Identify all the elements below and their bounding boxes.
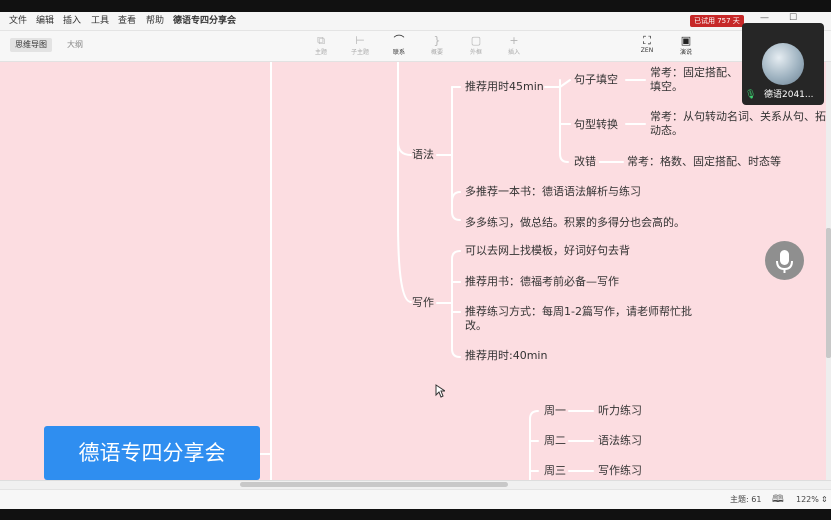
node-day-mon[interactable]: 周一: [544, 404, 566, 418]
node-day-wed[interactable]: 周三: [544, 464, 566, 478]
topic-icon: ⧉: [317, 34, 325, 47]
summary-icon: }: [433, 34, 441, 47]
node-sentence-fill[interactable]: 句子填空: [574, 73, 618, 87]
menu-edit[interactable]: 编辑: [36, 12, 54, 30]
node-task-writing[interactable]: 写作练习: [598, 464, 642, 478]
subtopic-button[interactable]: ⊢ 子主题: [345, 34, 375, 56]
vertical-scroll-thumb[interactable]: [826, 228, 831, 358]
node-grammar-time[interactable]: 推荐用时45min: [465, 80, 544, 94]
plus-icon: +: [509, 34, 519, 47]
node-sentence-transform[interactable]: 句型转换: [574, 118, 618, 132]
bottom-strip: [0, 509, 831, 520]
node-writing-time[interactable]: 推荐用时:40min: [465, 349, 547, 363]
insert-label: 插入: [507, 49, 520, 56]
node-sentence-fill-note-2[interactable]: 填空。: [650, 80, 683, 94]
participant-name: 德语2041...: [764, 90, 814, 100]
pitch-icon: ▣: [680, 34, 692, 47]
menu-tools[interactable]: 工具: [91, 12, 109, 30]
microphone-icon: [776, 250, 793, 273]
horizontal-scroll-thumb[interactable]: [240, 482, 508, 487]
node-correction[interactable]: 改错: [574, 155, 596, 169]
tab-outline[interactable]: 大纲: [62, 38, 88, 52]
connector-lines: [259, 62, 646, 480]
avatar: [762, 43, 804, 85]
summary-label: 概要: [430, 49, 443, 56]
menu-file[interactable]: 文件: [9, 12, 27, 30]
maximize-icon[interactable]: ☐: [789, 13, 797, 23]
node-writing-method[interactable]: 推荐练习方式：每周1-2篇写作，请老师帮忙批改。: [465, 305, 697, 333]
subtopic-icon: ⊢: [355, 34, 365, 47]
video-tile[interactable]: 🎙 德语2041...: [742, 23, 824, 105]
trial-badge[interactable]: 已试用 757 天: [690, 15, 744, 27]
mouse-cursor-icon: [435, 384, 445, 398]
node-sentence-fill-note-1[interactable]: 常考：固定搭配、: [650, 66, 738, 80]
node-sentence-transform-note-1[interactable]: 常考：从句转动名词、关系从句、拓: [650, 110, 826, 124]
toolbar: 思维导图 大纲 ⧉ 主题 ⊢ 子主题 ⌒ 联系 } 概要 ▢ 外框 + 插入 ⛶ ZEN ▣ 演…: [0, 31, 831, 62]
mindmap-canvas[interactable]: 语法 推荐用时45min 句子填空 常考：固定搭配、 填空。 句型转换 常考：从…: [0, 62, 831, 480]
node-grammar-book[interactable]: 多推荐一本书：德语语法解析与练习: [465, 185, 641, 199]
node-sentence-transform-note-2[interactable]: 动态。: [650, 124, 683, 138]
node-task-listening[interactable]: 听力练习: [598, 404, 642, 418]
topic-label: 主题: [314, 49, 327, 56]
pitch-label: 演说: [679, 49, 692, 56]
node-grammar[interactable]: 语法: [412, 148, 434, 162]
menu-help[interactable]: 帮助: [146, 12, 164, 30]
menu-insert[interactable]: 插入: [63, 12, 81, 30]
menu-bar: 文件 编辑 插入 工具 查看 帮助 德语专四分享会 已试用 757 天 — ☐: [0, 12, 831, 31]
top-strip: [0, 0, 831, 12]
relationship-button[interactable]: ⌒ 联系: [384, 34, 414, 56]
menu-view[interactable]: 查看: [118, 12, 136, 30]
zen-label: ZEN: [640, 47, 654, 54]
insert-button[interactable]: + 插入: [499, 34, 529, 56]
minimize-icon[interactable]: —: [760, 13, 769, 23]
subtopic-label: 子主题: [350, 49, 369, 56]
node-writing[interactable]: 写作: [412, 296, 434, 310]
node-day-tue[interactable]: 周二: [544, 434, 566, 448]
summary-button[interactable]: } 概要: [422, 34, 452, 56]
tab-mindmap[interactable]: 思维导图: [10, 38, 52, 52]
node-writing-template[interactable]: 可以去网上找模板，好词好句去背: [465, 244, 630, 258]
topic-button[interactable]: ⧉ 主题: [306, 34, 336, 56]
boundary-button[interactable]: ▢ 外框: [461, 34, 491, 56]
topic-count: 主题: 61: [730, 495, 762, 504]
zen-button[interactable]: ⛶ ZEN: [632, 34, 662, 54]
voice-button[interactable]: [765, 241, 804, 280]
zoom-arrows-icon[interactable]: ⇕: [821, 490, 828, 509]
horizontal-scrollbar[interactable]: [0, 480, 831, 489]
boundary-label: 外框: [469, 49, 482, 56]
zoom-level[interactable]: 122%: [796, 490, 819, 509]
node-grammar-practice[interactable]: 多多练习，做总结。积累的多得分也会高的。: [465, 216, 685, 230]
document-title: 德语专四分享会: [173, 16, 237, 26]
node-writing-book[interactable]: 推荐用书：德福考前必备—写作: [465, 275, 619, 289]
node-task-grammar[interactable]: 语法练习: [598, 434, 642, 448]
boundary-icon: ▢: [470, 34, 482, 47]
node-correction-note[interactable]: 常考：格数、固定搭配、时态等: [627, 155, 781, 169]
microphone-icon: 🎙: [745, 90, 757, 100]
zen-icon: ⛶: [643, 34, 651, 47]
book-icon[interactable]: 🕮: [772, 490, 784, 509]
vertical-scrollbar[interactable]: [826, 62, 831, 480]
root-topic[interactable]: 德语专四分享会: [44, 426, 260, 480]
relationship-icon: ⌒: [393, 34, 405, 47]
pitch-button[interactable]: ▣ 演说: [671, 34, 701, 56]
relationship-label: 联系: [392, 49, 405, 56]
status-bar: 主题: 61 🕮 122% ⇕: [0, 489, 831, 509]
